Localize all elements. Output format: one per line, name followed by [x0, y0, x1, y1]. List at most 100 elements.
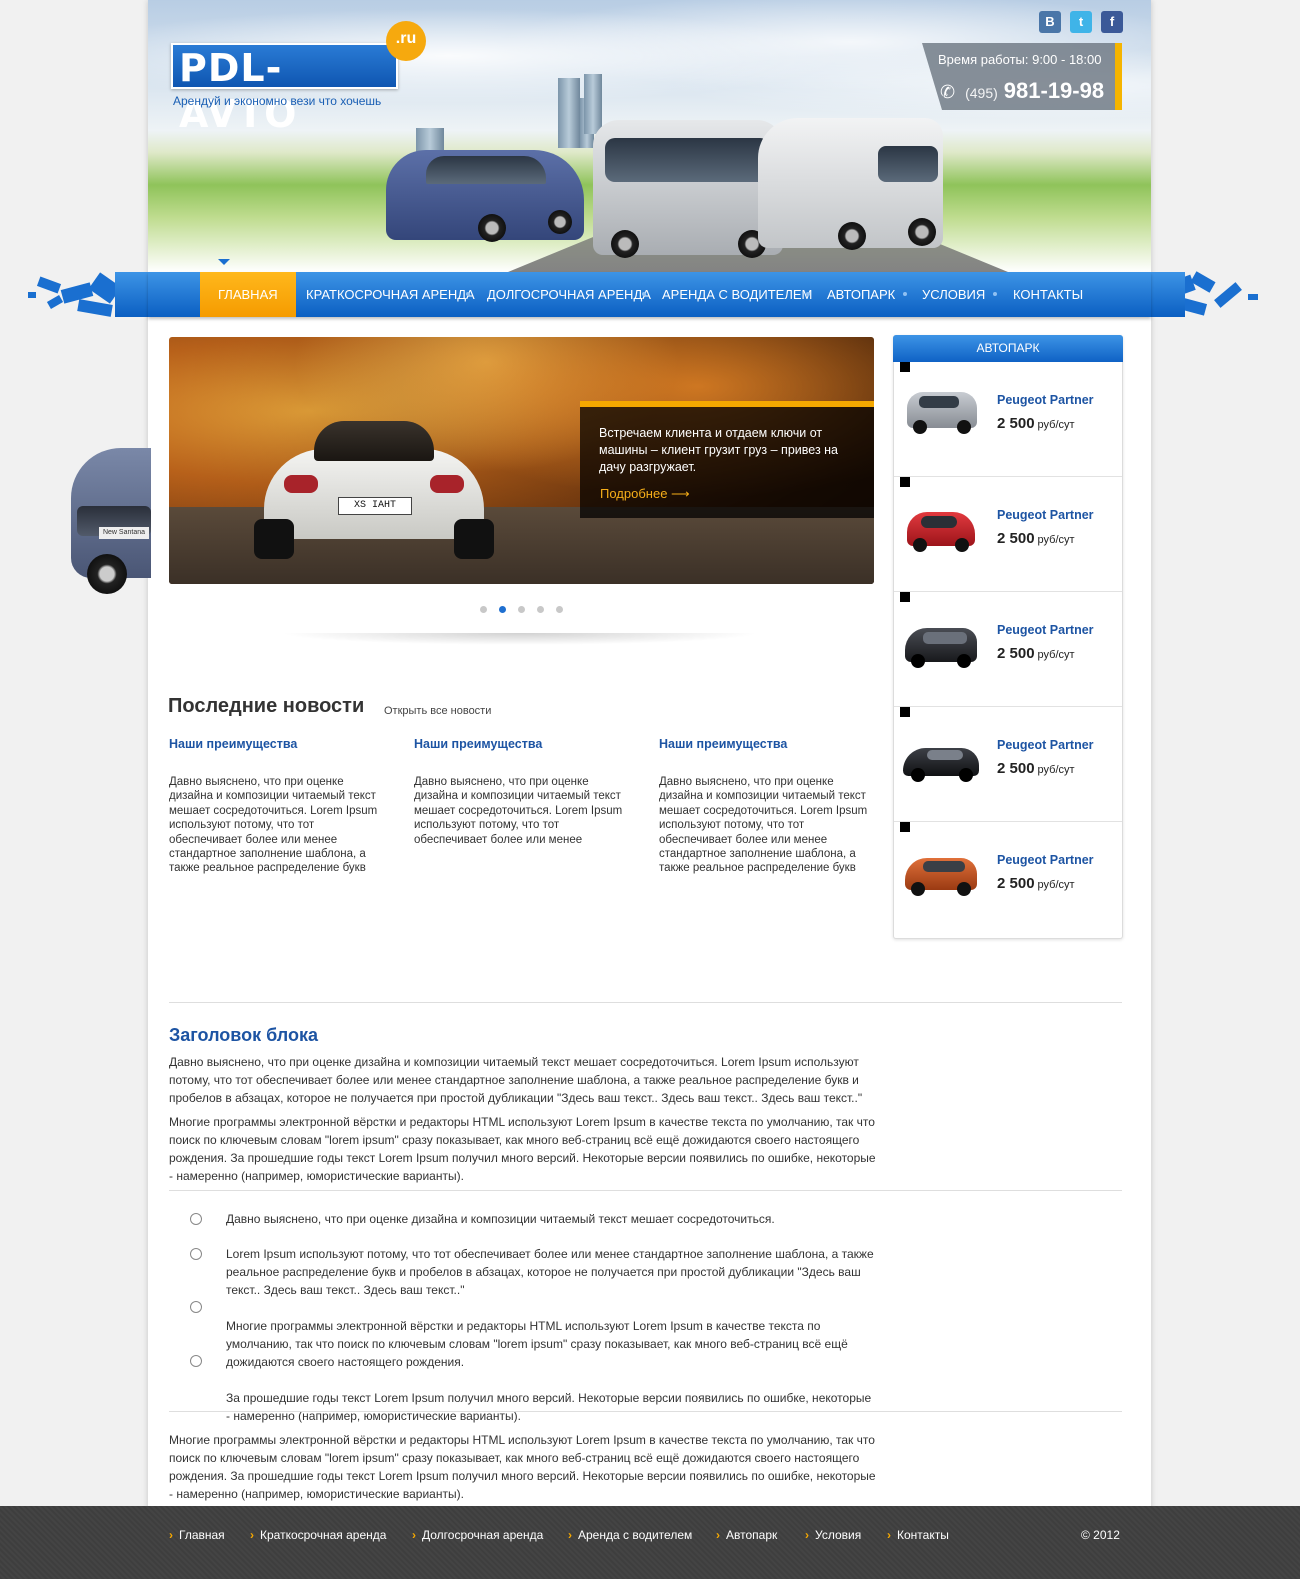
phone[interactable]: ✆ (495) 981-19-98 [940, 78, 1104, 104]
fleet-bullet [900, 707, 910, 717]
building [584, 74, 602, 134]
news-title: Последние новости [168, 695, 365, 717]
block-paragraph: Давно выяснено, что при оценке дизайна и… [169, 1055, 863, 1105]
car-thumbnail [903, 852, 980, 900]
phone-icon: ✆ [940, 82, 956, 102]
sedan-car [386, 150, 584, 242]
nav-separator [642, 292, 646, 296]
side-decor-car: New Santana [71, 448, 151, 598]
nav-item-short-term[interactable]: Краткосрочная аренда [306, 272, 475, 317]
list-item: Lorem Ipsum используют потому, что тот о… [226, 1247, 874, 1297]
fleet-title: Автопарк [893, 335, 1123, 362]
splash-shard [36, 276, 62, 294]
slider-dot-2[interactable] [499, 606, 506, 613]
news-text: Давно выяснено, что при оценке дизайна и… [169, 776, 378, 875]
news-heading[interactable]: Наши преимущества [414, 737, 542, 751]
footer-link-with-driver[interactable]: › Аренда с водителем [568, 1528, 692, 1542]
fleet-car-price: 2 500 руб/сут [997, 760, 1075, 777]
splash-shard [1248, 294, 1258, 300]
news-heading[interactable]: Наши преимущества [659, 737, 787, 751]
nav-item-with-driver[interactable]: Аренда с водителем [662, 272, 812, 317]
slider-dot-1[interactable] [480, 606, 487, 613]
phone-number: 981-19-98 [1003, 78, 1105, 103]
fleet-bullet [900, 362, 910, 372]
chevron-right-icon: › [169, 1528, 173, 1542]
list-item: Многие программы электронной вёрстки и р… [226, 1319, 848, 1369]
chevron-right-icon: › [716, 1528, 720, 1542]
nav-item-long-term[interactable]: Долгосрочная аренда [487, 272, 651, 317]
site-logo[interactable]: PDL-AVTO [171, 43, 398, 136]
footer-link-fleet[interactable]: › Автопарк [716, 1528, 777, 1542]
fleet-car-price: 2 500 руб/сут [997, 875, 1075, 892]
fleet-bullet [900, 477, 910, 487]
chevron-right-icon: › [568, 1528, 572, 1542]
fleet-car-name[interactable]: Peugeot Partner [997, 508, 1094, 522]
list-bullet-radio [190, 1248, 202, 1260]
divider [169, 1411, 1122, 1412]
nav-separator [806, 292, 810, 296]
nav-item-fleet[interactable]: Автопарк [827, 272, 895, 317]
nav-bar-edge [1145, 272, 1185, 317]
block-paragraph: Многие программы электронной вёрстки и р… [169, 1433, 876, 1501]
list-item: Давно выяснено, что при оценке дизайна и… [226, 1212, 775, 1226]
divider [169, 1002, 1122, 1003]
fleet-car-price: 2 500 руб/сут [997, 530, 1075, 547]
divider [169, 1190, 1122, 1191]
list-bullet-radio [190, 1213, 202, 1225]
phone-code: (495) [965, 85, 998, 101]
slider-caption: Встречаем клиента и отдаем ключи от маши… [599, 426, 839, 474]
footer-link-short-term[interactable]: › Краткосрочная аренда [250, 1528, 386, 1542]
fleet-car-price: 2 500 руб/сут [997, 645, 1075, 662]
vk-icon[interactable]: В [1039, 11, 1061, 33]
fleet-car-name[interactable]: Peugeot Partner [997, 738, 1094, 752]
slider-dot-3[interactable] [518, 606, 525, 613]
facebook-icon[interactable]: f [1101, 11, 1123, 33]
splash-shard [28, 292, 36, 298]
car-thumbnail [903, 506, 980, 554]
fleet-car-name[interactable]: Peugeot Partner [997, 853, 1094, 867]
slider-more-link[interactable]: Подробнее ⟶ [600, 486, 690, 502]
car-thumbnail [903, 740, 980, 788]
fleet-bullet [900, 822, 910, 832]
building [558, 78, 580, 148]
car-thumbnail [903, 388, 980, 436]
copyright: © 2012 [1081, 1528, 1120, 1542]
slider-dot-5[interactable] [556, 606, 563, 613]
twitter-icon[interactable]: t [1070, 11, 1092, 33]
footer [0, 1506, 1300, 1579]
more-label: Подробнее [600, 486, 668, 501]
fleet-car-price: 2 500 руб/сут [997, 415, 1075, 432]
news-text: Давно выяснено, что при оценке дизайна и… [414, 776, 623, 846]
nav-item-contacts[interactable]: Контакты [1013, 272, 1083, 317]
arrow-right-icon: ⟶ [671, 486, 690, 501]
work-hours: Время работы: 9:00 - 18:00 [938, 52, 1102, 67]
splash-shard [1214, 282, 1242, 308]
car-thumbnail [903, 622, 980, 670]
fleet-car-name[interactable]: Peugeot Partner [997, 393, 1094, 407]
footer-link-home[interactable]: › Главная [169, 1528, 225, 1542]
header-banner [148, 0, 1151, 272]
footer-link-long-term[interactable]: › Долгосрочная аренда [412, 1528, 543, 1542]
all-news-link[interactable]: Открыть все новости [384, 705, 491, 717]
nav-item-terms[interactable]: Условия [922, 272, 985, 317]
side-car-badge: New Santana [99, 527, 149, 539]
chevron-right-icon: › [412, 1528, 416, 1542]
footer-link-contacts[interactable]: › Контакты [887, 1528, 949, 1542]
chevron-right-icon: › [805, 1528, 809, 1542]
logo-ru-badge: .ru [386, 21, 426, 61]
slider-dot-4[interactable] [537, 606, 544, 613]
slider-shadow [280, 633, 760, 645]
list-bullet-radio [190, 1355, 202, 1367]
news-heading[interactable]: Наши преимущества [169, 737, 297, 751]
news-text: Давно выяснено, что при оценке дизайна и… [659, 776, 868, 875]
nav-item-home[interactable]: Главная [200, 272, 296, 317]
chevron-right-icon: › [887, 1528, 891, 1542]
footer-link-terms[interactable]: › Условия [805, 1528, 861, 1542]
list-item: За прошедшие годы текст Lorem Ipsum полу… [226, 1391, 872, 1423]
nav-separator [993, 292, 997, 296]
license-plate: XS IAHT [338, 497, 412, 515]
chevron-right-icon: › [250, 1528, 254, 1542]
fleet-car-name[interactable]: Peugeot Partner [997, 623, 1094, 637]
van-car [593, 120, 783, 258]
nav-separator [466, 292, 470, 296]
